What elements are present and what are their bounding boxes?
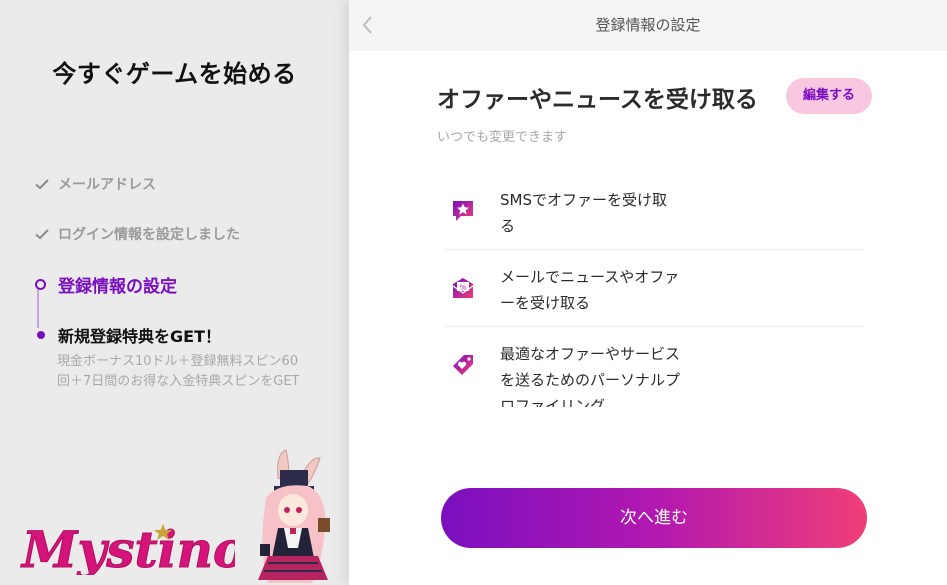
upcoming-step-dot-icon (37, 331, 45, 339)
sms-star-icon (453, 201, 473, 221)
option-profiling[interactable]: 最適なオファーやサービスを送るためのパーソナルプロファイリング (445, 327, 863, 407)
step-email: メールアドレス (34, 174, 156, 194)
mystino-logo: Mystino (20, 505, 247, 580)
section-subtitle: いつでも変更できます (437, 130, 568, 145)
section-heading: オファーやニュースを受け取る (437, 87, 758, 113)
top-bar: 登録情報の設定 (349, 0, 947, 51)
left-title: 今すぐゲームを始める (52, 60, 297, 88)
left-panel: 今すぐゲームを始める メールアドレス ログイン情報を設定しました 登録情報の設定… (0, 0, 349, 585)
edit-button[interactable]: 編集する (786, 78, 872, 114)
step-bonus-description: 現金ボーナス10ドル＋登録無料スピン60回＋7日間のお得な入金特典スピンをGET (57, 354, 300, 389)
mail-offer-icon: % (452, 278, 474, 298)
check-icon (35, 229, 49, 240)
option-label: 最適なオファーやサービスを送るためのパーソナルプロファイリング (500, 345, 681, 407)
step-login: ログイン情報を設定しました (34, 224, 240, 244)
current-step-ring-icon (35, 279, 46, 290)
check-icon (35, 179, 49, 190)
step-label: 新規登録特典をGET！ (58, 327, 221, 346)
page-title: 登録情報の設定 (595, 16, 701, 34)
svg-text:%: % (460, 284, 467, 292)
option-email[interactable]: % メールでニュースやオファーを受け取る (445, 250, 863, 327)
step-label: メールアドレス (58, 177, 156, 193)
step-label: ログイン情報を設定しました (58, 227, 240, 243)
tag-heart-icon (453, 355, 473, 375)
step-bonus: 新規登録特典をGET！ (34, 323, 221, 347)
logo-text: Mystino (20, 520, 235, 575)
options-list[interactable]: SMSでオファーを受け取る % メールでニュースやオファーを受け取る 最適なオフ… (445, 173, 863, 407)
next-button[interactable]: 次へ進む (441, 488, 867, 548)
option-sms[interactable]: SMSでオファーを受け取る (445, 173, 863, 250)
step-label: 登録情報の設定 (58, 277, 177, 297)
mascot-illustration (238, 448, 348, 585)
option-label: メールでニュースやオファーを受け取る (500, 268, 680, 312)
right-panel: 登録情報の設定 オファーやニュースを受け取る 編集する いつでも変更できます S… (349, 0, 947, 585)
step-registration: 登録情報の設定 (34, 272, 177, 297)
option-label: SMSでオファーを受け取る (500, 191, 667, 235)
